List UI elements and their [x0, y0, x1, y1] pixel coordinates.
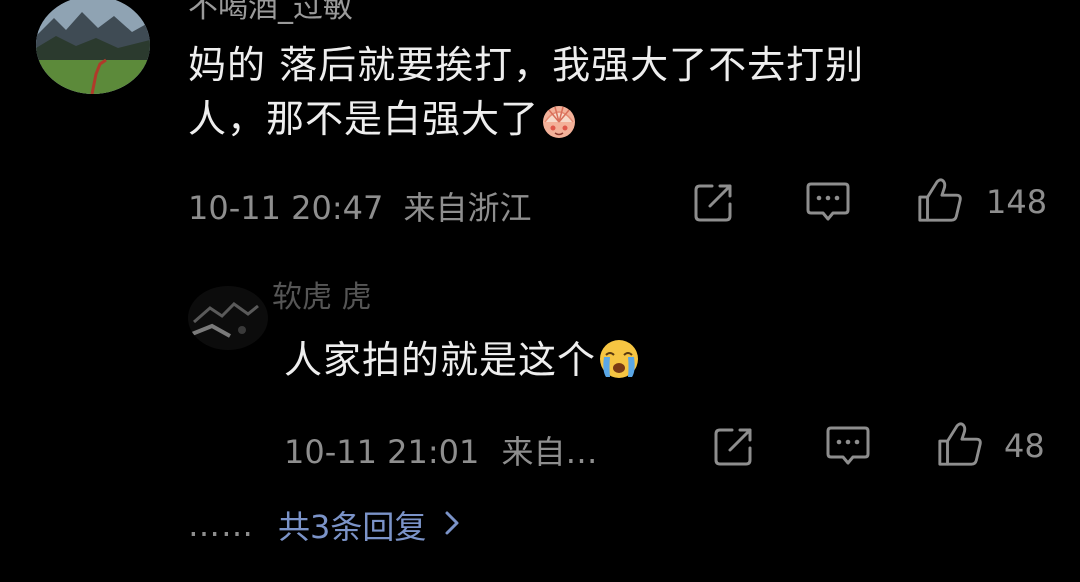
comment-icon — [806, 182, 850, 221]
comment-text: 妈的 落后就要挨打，我强大了不去打别 人，那不是白强大了 — [188, 38, 988, 154]
share-icon — [694, 184, 732, 222]
reply-avatar-image — [188, 286, 268, 350]
reply-text: 人家拍的就是这个 — [284, 333, 642, 395]
avatar-landscape-image — [36, 0, 150, 94]
comment-text-line-2-text: 人，那不是白强大了 — [188, 97, 540, 141]
reply-timestamp: 10-11 21:01 — [284, 433, 480, 471]
avatar[interactable] — [36, 0, 150, 94]
reply-text-content: 人家拍的就是这个 — [284, 338, 597, 382]
comment-text-line-1: 妈的 落后就要挨打，我强大了不去打别 — [188, 43, 865, 87]
share-button[interactable] — [690, 178, 738, 226]
comment-meta: 10-11 20:47 来自浙江 — [188, 183, 532, 229]
reply-avatar[interactable] — [188, 286, 268, 350]
reply-comment-button[interactable] — [824, 422, 872, 470]
comment-button[interactable] — [804, 178, 852, 226]
share-icon — [714, 428, 752, 466]
reply-username[interactable]: 软虎 虎 — [272, 272, 372, 316]
thumbs-up-icon — [918, 178, 962, 222]
reply-share-button[interactable] — [710, 422, 758, 470]
comment-timestamp: 10-11 20:47 — [188, 189, 384, 227]
more-replies-row[interactable]: …… 共3条回复 — [188, 502, 460, 548]
comment-location: 来自浙江 — [403, 189, 532, 227]
more-replies-dots: …… — [188, 506, 254, 544]
chevron-right-icon — [444, 506, 460, 544]
comment-icon — [826, 426, 870, 465]
thumbs-up-icon — [938, 422, 982, 466]
like-button[interactable] — [916, 176, 964, 224]
comment-text-line-2: 人，那不是白强大了 — [188, 92, 988, 154]
comment-username[interactable]: 不喝酒_过敏 — [188, 0, 353, 26]
reply-like-button[interactable] — [936, 420, 984, 468]
crying-face-emoji — [596, 337, 642, 395]
fan-blush-emoji — [539, 100, 579, 154]
comment-like-count: 148 — [986, 183, 1048, 221]
reply-like-count: 48 — [1004, 427, 1045, 465]
view-replies-link[interactable]: 共3条回复 — [278, 502, 426, 548]
reply-meta: 10-11 21:01 来自… — [284, 427, 598, 473]
reply-location: 来自… — [501, 433, 598, 471]
